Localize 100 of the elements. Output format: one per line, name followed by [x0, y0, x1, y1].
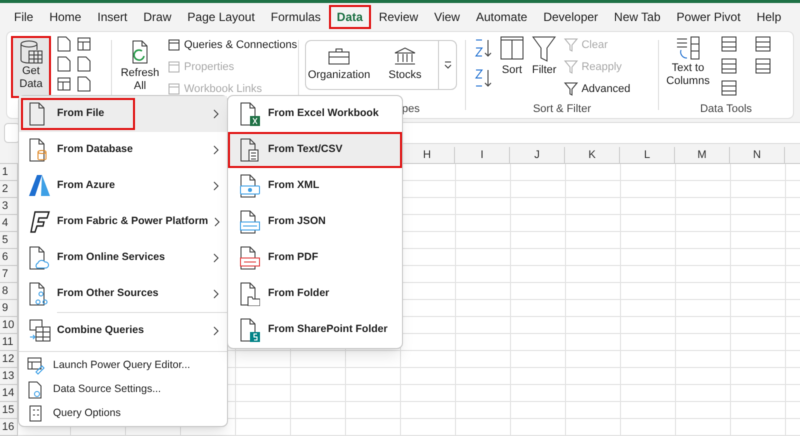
text-to-columns-button[interactable]: Text to Columns: [665, 36, 711, 96]
ribbon-tab[interactable]: Insert: [89, 5, 136, 29]
row-header[interactable]: 5: [0, 232, 17, 249]
menu-item[interactable]: From File: [19, 96, 227, 132]
menu-item[interactable]: From Database: [19, 132, 227, 168]
data-type-button[interactable]: Organization: [306, 41, 372, 89]
ribbon-tab[interactable]: File: [6, 5, 42, 29]
menu-item[interactable]: Data Source Settings...: [19, 378, 227, 402]
menu-item[interactable]: Launch Power Query Editor...: [19, 354, 227, 378]
folder-file-icon: [240, 282, 260, 306]
group-label: Sort & Filter: [532, 102, 592, 117]
ribbon-tab[interactable]: Help: [748, 5, 790, 29]
sort-ascending-icon: [474, 38, 492, 58]
file-icon: [77, 76, 91, 92]
refresh-icon: [132, 40, 148, 64]
sort-descending-icon: [474, 68, 492, 88]
azure-icon: [29, 174, 51, 198]
sort-button[interactable]: Sort: [500, 36, 524, 82]
bank-icon: [394, 46, 416, 65]
ribbon-command[interactable]: Advanced: [564, 80, 630, 98]
submenu-item[interactable]: From Text/CSV: [228, 132, 402, 168]
pdf-file-icon: [240, 246, 260, 270]
sharepoint-file-icon: [240, 318, 260, 342]
row-header[interactable]: 12: [0, 351, 17, 368]
caret-icon: [444, 61, 452, 69]
ribbon-tab[interactable]: Developer: [535, 5, 606, 29]
row-header[interactable]: 4: [0, 215, 17, 232]
menu-item[interactable]: From Fabric & Power Platform: [19, 204, 227, 240]
funnel-icon: [564, 38, 578, 52]
row-header[interactable]: 3: [0, 198, 17, 215]
row-header[interactable]: 7: [0, 266, 17, 283]
row-header[interactable]: 1: [0, 164, 17, 181]
submenu-item[interactable]: From XML: [228, 168, 402, 204]
chevron-right-icon: [213, 109, 219, 119]
column-header[interactable]: N: [730, 147, 785, 163]
text-file-icon: [240, 138, 260, 162]
chevron-right-icon: [213, 253, 219, 263]
row-header[interactable]: 2: [0, 181, 17, 198]
ribbon-tab[interactable]: Draw: [135, 5, 180, 29]
ribbon-tab[interactable]: Page Layout: [179, 5, 263, 29]
submenu-item[interactable]: From Folder: [228, 276, 402, 312]
table-pencil-icon: [27, 357, 45, 375]
file-icon: [57, 56, 71, 72]
column-header[interactable]: M: [675, 147, 730, 163]
funnel-icon: [564, 82, 578, 96]
ribbon-tab[interactable]: Automate: [468, 5, 536, 29]
column-header[interactable]: J: [510, 147, 565, 163]
filter-icon: [532, 36, 556, 62]
chevron-right-icon: [213, 326, 219, 336]
get-data-button[interactable]: Get Data: [11, 36, 51, 98]
chevron-right-icon: [213, 181, 219, 191]
row-header[interactable]: 16: [0, 419, 17, 436]
row-header[interactable]: 6: [0, 249, 17, 266]
row-header[interactable]: 14: [0, 385, 17, 402]
json-file-icon: [240, 210, 260, 234]
filter-button[interactable]: Filter: [532, 36, 556, 82]
chevron-right-icon: [214, 217, 220, 227]
column-header[interactable]: L: [620, 147, 675, 163]
table-icon: [57, 76, 71, 92]
combine-tables-icon: [29, 319, 51, 343]
funnel-icon: [564, 60, 578, 74]
ribbon-tab[interactable]: Data: [328, 5, 371, 29]
row-header[interactable]: 11: [0, 334, 17, 351]
menu-item[interactable]: Combine Queries: [19, 313, 227, 349]
row-header[interactable]: 15: [0, 402, 17, 419]
chevron-right-icon: [213, 289, 219, 299]
group-label: Data Tools: [700, 102, 752, 117]
ribbon-tab[interactable]: Review: [370, 5, 426, 29]
ribbon-tab[interactable]: Home: [41, 5, 90, 29]
file-icon: [57, 36, 71, 52]
column-header[interactable]: K: [565, 147, 620, 163]
xml-file-icon: [240, 174, 260, 198]
table-icon: [77, 36, 91, 52]
text-to-columns-icon: [675, 36, 701, 62]
database-table-icon: [19, 40, 43, 64]
data-type-button[interactable]: Stocks: [372, 41, 438, 89]
menu-item[interactable]: From Azure: [19, 168, 227, 204]
briefcase-icon: [328, 46, 350, 65]
menu-item[interactable]: From Online Services: [19, 240, 227, 276]
ribbon-command[interactable]: Queries & Connections: [168, 36, 298, 54]
row-header[interactable]: 13: [0, 368, 17, 385]
submenu-item[interactable]: From Excel Workbook: [228, 96, 402, 132]
column-header[interactable]: I: [455, 147, 510, 163]
submenu-item[interactable]: From PDF: [228, 240, 402, 276]
row-header[interactable]: 10: [0, 317, 17, 334]
ribbon-tab[interactable]: View: [426, 5, 468, 29]
list-icon: [168, 39, 180, 51]
menu-item[interactable]: From Other Sources: [19, 276, 227, 312]
ribbon-tab[interactable]: New Tab: [606, 5, 669, 29]
cloud-file-icon: [29, 246, 51, 270]
refresh-all-button[interactable]: Refresh All: [118, 36, 162, 96]
row-header[interactable]: 8: [0, 283, 17, 300]
submenu-item[interactable]: From SharePoint Folder: [228, 312, 402, 348]
menu-item[interactable]: Query Options: [19, 402, 227, 426]
sort-icon: [500, 36, 524, 60]
row-header[interactable]: 9: [0, 300, 17, 317]
ribbon-tab[interactable]: Power Pivot: [668, 5, 749, 29]
submenu-item[interactable]: From JSON: [228, 204, 402, 240]
file-icon: [77, 56, 91, 72]
ribbon-tab[interactable]: Formulas: [262, 5, 329, 29]
